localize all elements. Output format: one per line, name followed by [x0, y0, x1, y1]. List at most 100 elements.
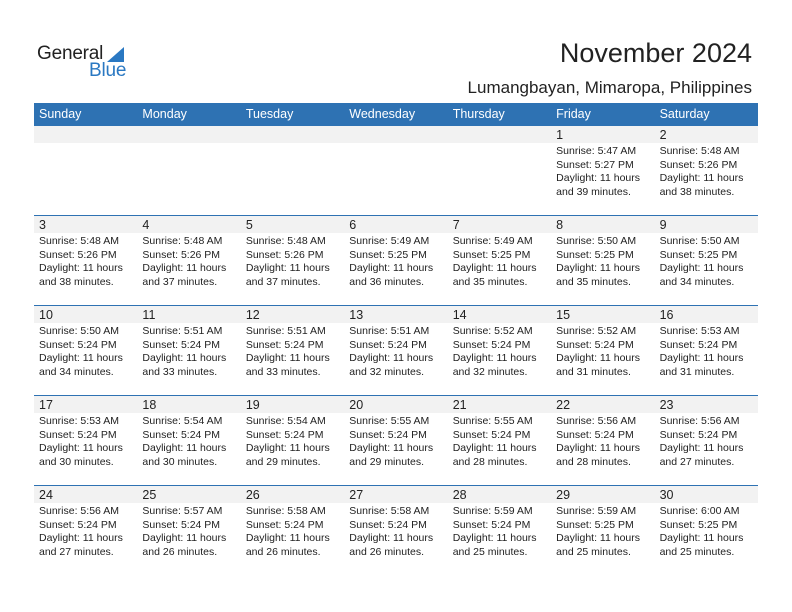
day-cell: 20 Sunrise: 5:55 AM Sunset: 5:24 PM Dayligh…	[344, 396, 447, 469]
day-cell: 4 Sunrise: 5:48 AM Sunset: 5:26 PM Daylight…	[137, 216, 240, 289]
sun-info: Sunrise: 5:52 AM Sunset: 5:24 PM Daylight:…	[556, 324, 654, 379]
sunrise-time: Sunrise: 5:58 AM	[349, 505, 430, 517]
day-number: 4	[142, 218, 150, 232]
day-cell: 17 Sunrise: 5:53 AM Sunset: 5:24 PM Dayligh…	[34, 396, 137, 469]
day-number: 20	[349, 398, 364, 412]
day-number: 25	[142, 488, 157, 502]
week-row: 10 Sunrise: 5:50 AM Sunset: 5:24 PM Dayligh…	[34, 305, 758, 395]
daylight-hours: Daylight: 11 hours	[245, 442, 330, 455]
day-cell: 23 Sunrise: 5:56 AM Sunset: 5:24 PM Dayligh…	[655, 396, 758, 469]
sun-info: Sunrise: 5:59 AM Sunset: 5:24 PM Daylight:…	[453, 504, 551, 559]
sunset-time: Sunset: 5:24 PM	[349, 518, 427, 531]
daylight-minutes: and 28 minutes.	[556, 455, 631, 468]
sunrise-time: Sunrise: 5:53 AM	[659, 325, 740, 337]
sun-info: Sunrise: 5:56 AM Sunset: 5:24 PM Daylight:…	[660, 414, 758, 469]
daylight-minutes: and 31 minutes.	[556, 365, 631, 378]
daylight-minutes: and 32 minutes.	[349, 365, 424, 378]
logo-text-blue: Blue	[89, 60, 127, 81]
daylight-minutes: and 35 minutes.	[452, 275, 528, 288]
sunset-time: Sunset: 5:25 PM	[349, 248, 427, 261]
daylight-minutes: and 36 minutes.	[349, 275, 424, 288]
sunrise-time: Sunrise: 5:51 AM	[142, 325, 223, 337]
day-cell: 26 Sunrise: 5:58 AM Sunset: 5:24 PM Dayligh…	[241, 486, 344, 559]
sunrise-time: Sunrise: 6:00 AM	[659, 505, 740, 517]
sun-info: Sunrise: 5:56 AM Sunset: 5:24 PM Daylight:…	[39, 504, 137, 559]
day-number: 12	[245, 308, 260, 322]
sunset-time: Sunset: 5:25 PM	[659, 518, 738, 531]
daylight-minutes: and 27 minutes.	[659, 455, 735, 468]
sun-info: Sunrise: 5:55 AM Sunset: 5:24 PM Daylight:…	[453, 414, 551, 469]
daylight-hours: Daylight: 11 hours	[659, 262, 744, 275]
sunset-time: Sunset: 5:24 PM	[452, 338, 531, 351]
sun-info: Sunrise: 5:54 AM Sunset: 5:24 PM Daylight:…	[246, 414, 344, 469]
daylight-minutes: and 27 minutes.	[39, 545, 114, 558]
sunset-time: Sunset: 5:24 PM	[556, 428, 634, 441]
week-row: 17 Sunrise: 5:53 AM Sunset: 5:24 PM Dayligh…	[34, 395, 758, 485]
day-number: 6	[349, 218, 357, 232]
page-title: November 2024	[559, 38, 752, 68]
sun-info: Sunrise: 6:00 AM Sunset: 5:25 PM Daylight:…	[660, 504, 758, 559]
daylight-hours: Daylight: 11 hours	[452, 532, 537, 545]
weekday-header: Sunday Monday Tuesday Wednesday Thursday Frid…	[34, 103, 758, 126]
daylight-hours: Daylight: 11 hours	[39, 352, 123, 365]
day-cell: 24 Sunrise: 5:56 AM Sunset: 5:24 PM Dayligh…	[34, 486, 137, 559]
daylight-hours: Daylight: 11 hours	[39, 442, 123, 455]
weekday-sunday: Sunday	[39, 107, 82, 121]
sunrise-time: Sunrise: 5:59 AM	[556, 505, 637, 517]
sun-info: Sunrise: 5:49 AM Sunset: 5:25 PM Daylight:…	[349, 234, 447, 289]
sunrise-time: Sunrise: 5:59 AM	[452, 505, 533, 517]
day-cell: 15 Sunrise: 5:52 AM Sunset: 5:24 PM Dayligh…	[551, 306, 654, 379]
day-number: 13	[349, 308, 364, 322]
daylight-hours: Daylight: 11 hours	[245, 262, 330, 275]
empty-day-cell	[241, 126, 344, 199]
day-number: 8	[556, 218, 564, 232]
day-cell: 16 Sunrise: 5:53 AM Sunset: 5:24 PM Dayligh…	[655, 306, 758, 379]
weekday-thursday: Thursday	[452, 107, 505, 121]
sun-info: Sunrise: 5:47 AM Sunset: 5:27 PM Daylight:…	[556, 144, 654, 199]
daylight-hours: Daylight: 11 hours	[349, 442, 434, 455]
day-cell: 14 Sunrise: 5:52 AM Sunset: 5:24 PM Dayligh…	[448, 306, 551, 379]
sunrise-time: Sunrise: 5:47 AM	[556, 145, 637, 157]
day-number: 24	[39, 488, 53, 502]
sunrise-time: Sunrise: 5:58 AM	[245, 505, 326, 517]
daylight-hours: Daylight: 11 hours	[659, 352, 744, 365]
day-cell: 6 Sunrise: 5:49 AM Sunset: 5:25 PM Daylight…	[344, 216, 447, 289]
day-number: 14	[452, 308, 467, 322]
weekday-tuesday: Tuesday	[245, 107, 294, 121]
daylight-hours: Daylight: 11 hours	[39, 532, 123, 545]
sunrise-time: Sunrise: 5:49 AM	[452, 235, 533, 247]
sunset-time: Sunset: 5:26 PM	[39, 248, 117, 261]
daylight-minutes: and 25 minutes.	[659, 545, 735, 558]
day-number: 28	[452, 488, 467, 502]
daylight-minutes: and 26 minutes.	[142, 545, 218, 558]
sun-info: Sunrise: 5:55 AM Sunset: 5:24 PM Daylight:…	[349, 414, 447, 469]
daylight-hours: Daylight: 11 hours	[556, 262, 640, 275]
daylight-minutes: and 25 minutes.	[556, 545, 631, 558]
sunrise-time: Sunrise: 5:56 AM	[556, 415, 637, 427]
daylight-minutes: and 38 minutes.	[659, 185, 735, 198]
daylight-hours: Daylight: 11 hours	[556, 442, 640, 455]
day-number: 18	[142, 398, 157, 412]
sun-info: Sunrise: 5:54 AM Sunset: 5:24 PM Daylight:…	[142, 414, 240, 469]
sunset-time: Sunset: 5:25 PM	[452, 248, 531, 261]
day-number: 5	[245, 218, 253, 232]
sun-info: Sunrise: 5:53 AM Sunset: 5:24 PM Daylight:…	[660, 324, 758, 379]
daylight-minutes: and 26 minutes.	[349, 545, 424, 558]
sun-info: Sunrise: 5:48 AM Sunset: 5:26 PM Daylight:…	[246, 234, 344, 289]
sunrise-time: Sunrise: 5:56 AM	[659, 415, 740, 427]
day-number: 26	[245, 488, 260, 502]
sunset-time: Sunset: 5:24 PM	[142, 338, 221, 351]
day-number: 30	[659, 488, 674, 502]
sun-info: Sunrise: 5:56 AM Sunset: 5:24 PM Daylight:…	[556, 414, 654, 469]
sunrise-time: Sunrise: 5:55 AM	[349, 415, 430, 427]
sun-info: Sunrise: 5:51 AM Sunset: 5:24 PM Daylight:…	[246, 324, 344, 379]
daylight-minutes: and 38 minutes.	[39, 275, 114, 288]
daylight-hours: Daylight: 11 hours	[452, 352, 537, 365]
day-cell: 5 Sunrise: 5:48 AM Sunset: 5:26 PM Daylight…	[241, 216, 344, 289]
day-number: 1	[556, 128, 564, 142]
sunset-time: Sunset: 5:24 PM	[245, 428, 324, 441]
sunset-time: Sunset: 5:24 PM	[659, 338, 738, 351]
day-cell: 12 Sunrise: 5:51 AM Sunset: 5:24 PM Dayligh…	[241, 306, 344, 379]
day-cell: 11 Sunrise: 5:51 AM Sunset: 5:24 PM Dayligh…	[137, 306, 240, 379]
daylight-hours: Daylight: 11 hours	[452, 442, 537, 455]
